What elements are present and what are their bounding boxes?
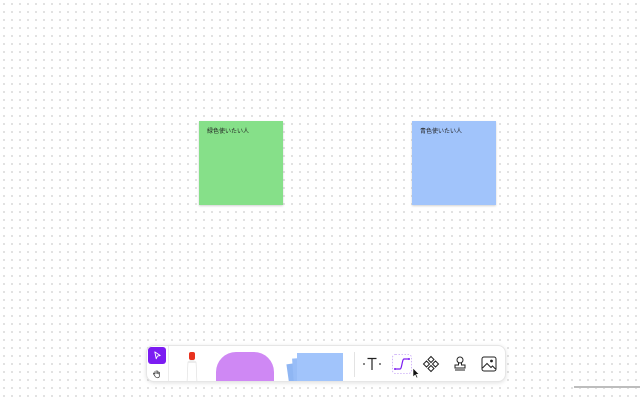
hand-icon	[152, 369, 160, 378]
horizontal-scrollbar[interactable]	[574, 386, 640, 388]
mouse-cursor	[412, 364, 420, 379]
bottom-toolbar	[146, 345, 506, 382]
shape-tool[interactable]	[216, 352, 274, 381]
stamp-tool-button[interactable]	[450, 354, 470, 374]
sticky-note-text[interactable]: 緑色使いたい人	[207, 128, 275, 135]
pointer-icon	[153, 351, 161, 360]
sticky-note-tool[interactable]	[285, 351, 347, 381]
marker-tool[interactable]	[185, 350, 199, 381]
image-icon	[481, 356, 497, 372]
sticky-note-text[interactable]: 青色使いたい人	[420, 128, 488, 135]
text-icon	[363, 357, 381, 370]
image-tool-button[interactable]	[479, 354, 499, 374]
sticky-note-blue[interactable]: 青色使いたい人	[412, 121, 496, 205]
text-tool-button[interactable]	[362, 354, 382, 374]
component-icon	[422, 355, 440, 373]
sticky-note-stack-icon	[286, 353, 343, 381]
select-mode-button[interactable]	[148, 347, 166, 364]
hand-mode-button[interactable]	[148, 365, 166, 381]
connector-tool-button[interactable]	[392, 354, 412, 374]
marker-icon	[186, 352, 198, 381]
component-tool-button[interactable]	[421, 354, 441, 374]
sticky-note-green[interactable]: 緑色使いたい人	[199, 121, 283, 205]
connector-line-icon	[392, 354, 412, 374]
cursor-arrow-icon	[412, 367, 420, 379]
mode-switcher	[147, 346, 169, 381]
stamp-icon	[454, 356, 466, 371]
toolbar-divider	[354, 352, 355, 377]
